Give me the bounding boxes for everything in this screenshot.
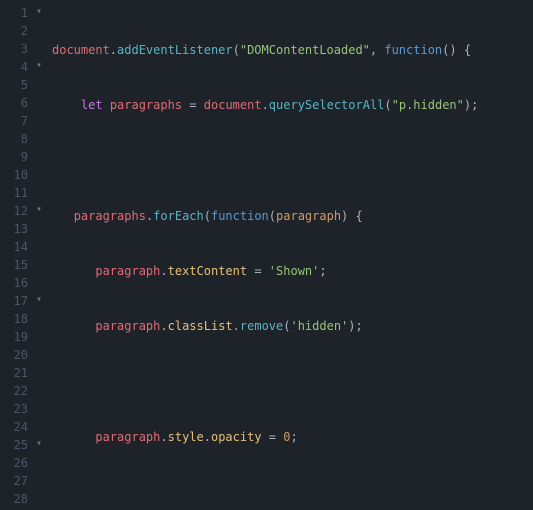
fold-marker (32, 382, 46, 400)
code-line[interactable] (52, 483, 533, 501)
line-number: 8 (0, 130, 28, 148)
code-line[interactable]: document.addEventListener("DOMContentLoa… (52, 41, 533, 59)
line-number: 3 (0, 40, 28, 58)
line-number: 4 (0, 58, 28, 76)
line-number: 21 (0, 364, 28, 382)
line-number-gutter: 1234567891011121314151617181920212223242… (0, 0, 32, 510)
line-number: 15 (0, 256, 28, 274)
line-number: 25 (0, 436, 28, 454)
line-number: 7 (0, 112, 28, 130)
fold-gutter[interactable]: ▾ ▾ ▾ ▾ ▾ (32, 0, 46, 510)
line-number: 12 (0, 202, 28, 220)
line-number: 20 (0, 346, 28, 364)
line-number: 18 (0, 310, 28, 328)
line-number: 6 (0, 94, 28, 112)
fold-marker (32, 76, 46, 94)
fold-marker (32, 40, 46, 58)
line-number: 17 (0, 292, 28, 310)
code-line[interactable] (52, 372, 533, 390)
fold-marker (32, 94, 46, 112)
fold-marker (32, 454, 46, 472)
line-number: 24 (0, 418, 28, 436)
fold-marker[interactable]: ▾ (32, 436, 46, 454)
code-area[interactable]: document.addEventListener("DOMContentLoa… (46, 0, 533, 510)
fold-marker (32, 148, 46, 166)
code-line[interactable]: paragraphs.forEach(function(paragraph) { (52, 207, 533, 225)
fold-marker[interactable]: ▾ (32, 58, 46, 76)
line-number: 11 (0, 184, 28, 202)
line-number: 26 (0, 454, 28, 472)
fold-marker (32, 112, 46, 130)
code-line[interactable] (52, 152, 533, 170)
fold-marker (32, 274, 46, 292)
line-number: 16 (0, 274, 28, 292)
line-number: 27 (0, 472, 28, 490)
code-line[interactable]: paragraph.textContent = 'Shown'; (52, 262, 533, 280)
line-number: 22 (0, 382, 28, 400)
line-number: 28 (0, 490, 28, 508)
fold-marker (32, 346, 46, 364)
code-line[interactable]: paragraph.style.opacity = 0; (52, 428, 533, 446)
code-line[interactable]: let paragraphs = document.querySelectorA… (52, 96, 533, 114)
fold-marker (32, 166, 46, 184)
fold-marker[interactable]: ▾ (32, 292, 46, 310)
fold-marker (32, 328, 46, 346)
fold-marker (32, 256, 46, 274)
fold-marker (32, 238, 46, 256)
fold-marker[interactable]: ▾ (32, 4, 46, 22)
fold-marker (32, 184, 46, 202)
fold-marker (32, 400, 46, 418)
fold-marker (32, 220, 46, 238)
line-number: 19 (0, 328, 28, 346)
line-number: 9 (0, 148, 28, 166)
line-number: 23 (0, 400, 28, 418)
fold-marker (32, 472, 46, 490)
fold-marker (32, 310, 46, 328)
fold-marker (32, 490, 46, 508)
code-editor[interactable]: 1234567891011121314151617181920212223242… (0, 0, 533, 510)
line-number: 10 (0, 166, 28, 184)
line-number: 5 (0, 76, 28, 94)
line-number: 1 (0, 4, 28, 22)
line-number: 2 (0, 22, 28, 40)
fold-marker (32, 130, 46, 148)
fold-marker[interactable]: ▾ (32, 202, 46, 220)
fold-marker (32, 364, 46, 382)
fold-marker (32, 418, 46, 436)
fold-marker (32, 22, 46, 40)
code-line[interactable]: paragraph.classList.remove('hidden'); (52, 317, 533, 335)
line-number: 13 (0, 220, 28, 238)
line-number: 14 (0, 238, 28, 256)
